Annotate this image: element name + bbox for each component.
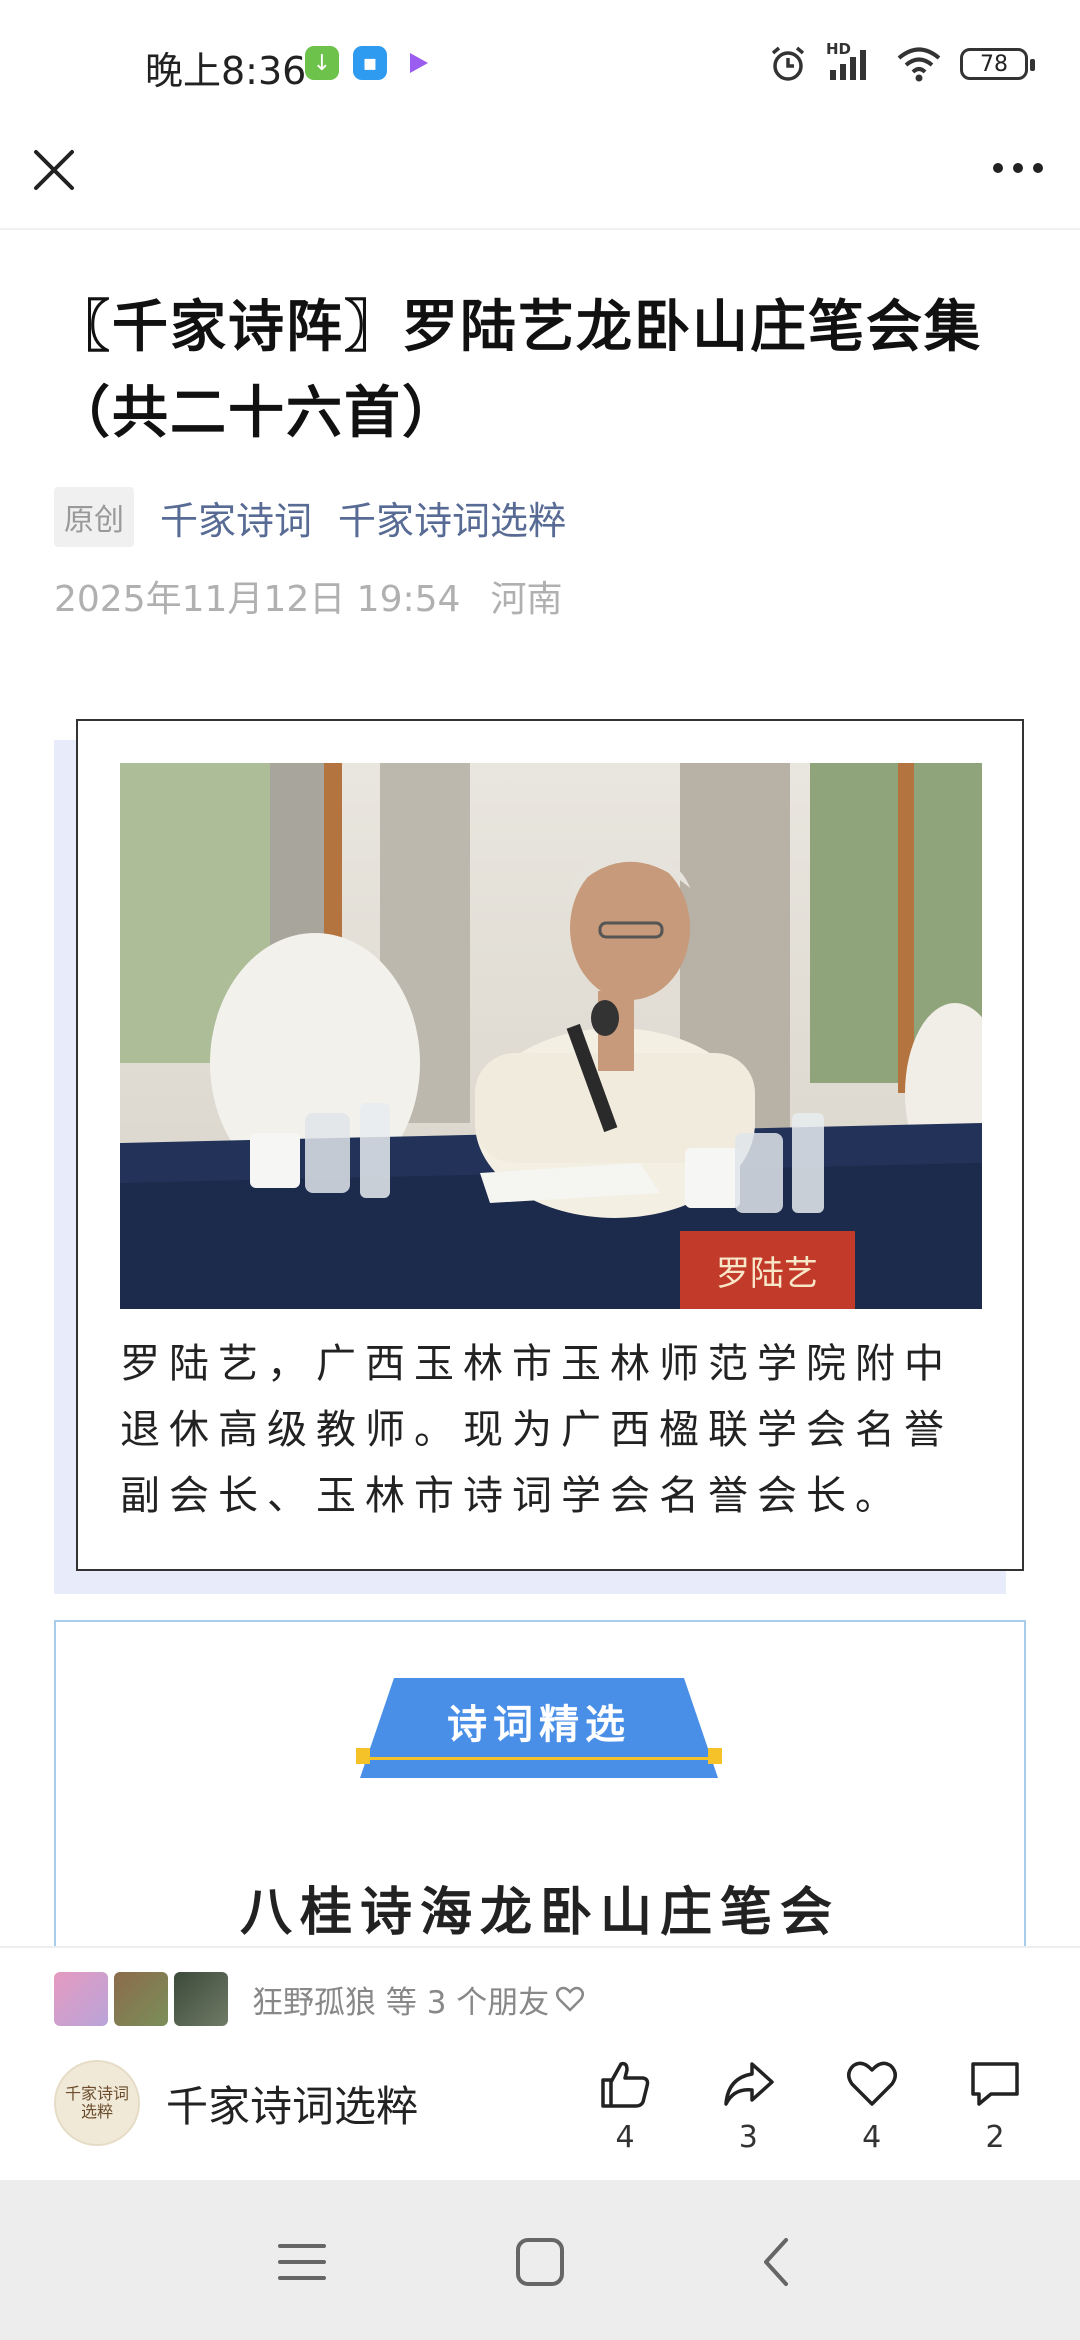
section-subtitle: 八桂诗海龙卧山庄笔会 bbox=[239, 1883, 840, 1943]
account-row[interactable]: 千家诗词选粹 千家诗词选粹 bbox=[54, 2060, 418, 2146]
like-count: 4 bbox=[615, 2120, 635, 2155]
section-banner-label: 诗词精选 bbox=[447, 1702, 631, 1748]
bottom-action-bar: 狂野孤狼 等 3 个朋友 千家诗词选粹 千家诗词选粹 4 3 4 2 bbox=[0, 1946, 1080, 2180]
share-icon bbox=[724, 2062, 775, 2106]
friends-liked-row[interactable]: 狂野孤狼 等 3 个朋友 bbox=[54, 1972, 585, 2026]
heart-icon bbox=[846, 2061, 897, 2106]
like-button[interactable]: 4 bbox=[590, 2056, 660, 2155]
chat-app-icon: ▪ bbox=[353, 46, 387, 80]
thumbs-up-icon bbox=[601, 2061, 650, 2108]
back-icon[interactable] bbox=[748, 2232, 808, 2292]
play-app-icon bbox=[401, 46, 435, 80]
author-photo[interactable]: 罗陆艺 bbox=[120, 763, 982, 1309]
friends-text: 狂野孤狼 等 3 个朋友 bbox=[252, 1984, 550, 2021]
comment-count: 2 bbox=[985, 2120, 1005, 2155]
status-app-icons: ↓ ▪ bbox=[305, 46, 435, 80]
article-meta: 原创 千家诗词 千家诗词选粹 bbox=[54, 487, 566, 547]
article-title: 〖千家诗阵〗罗陆艺龙卧山庄笔会集（共二十六首） bbox=[54, 295, 982, 446]
heart-outline-icon bbox=[556, 1986, 585, 2012]
source-link-account[interactable]: 千家诗词选粹 bbox=[338, 490, 566, 545]
original-badge: 原创 bbox=[54, 487, 134, 547]
share-button[interactable]: 3 bbox=[713, 2056, 783, 2155]
account-avatar[interactable]: 千家诗词选粹 bbox=[54, 2060, 140, 2146]
menu-icon[interactable] bbox=[272, 2232, 332, 2292]
status-time: 晚上8:36 bbox=[145, 49, 307, 93]
author-bio: 罗陆艺，广西玉林市玉林师范学院附中退休高级教师。现为广西楹联学会名誉副会长、玉林… bbox=[120, 1341, 953, 1519]
intro-card: 罗陆艺 罗陆艺，广西玉林市玉林师范学院附中退休高级教师。现为广西楹联学会名誉副会… bbox=[76, 719, 1024, 1571]
action-buttons: 4 3 4 2 bbox=[590, 2056, 1030, 2155]
download-app-icon: ↓ bbox=[305, 46, 339, 80]
friend-avatar bbox=[54, 1972, 108, 2026]
alarm-icon bbox=[771, 46, 805, 81]
network-type-label: HD bbox=[826, 40, 852, 58]
home-icon[interactable] bbox=[510, 2232, 570, 2292]
friend-avatar bbox=[174, 1972, 228, 2026]
wifi-icon bbox=[897, 47, 941, 82]
status-bar: 晚上8:36 ↓ ▪ HD 78 bbox=[0, 0, 1080, 130]
account-name[interactable]: 千家诗词选粹 bbox=[166, 2073, 418, 2134]
more-options-icon[interactable] bbox=[990, 158, 1046, 178]
battery-indicator: 78 bbox=[960, 48, 1035, 80]
share-count: 3 bbox=[738, 2120, 758, 2155]
publish-info: 2025年11月12日 19:54 河南 bbox=[54, 570, 562, 622]
status-indicators: HD 78 bbox=[768, 40, 1035, 84]
comment-icon bbox=[971, 2062, 1019, 2106]
top-nav-bar bbox=[0, 130, 1080, 230]
close-icon[interactable] bbox=[32, 148, 76, 192]
publish-date: 2025年11月12日 19:54 bbox=[54, 579, 461, 620]
favorite-count: 4 bbox=[862, 2120, 882, 2155]
publish-location: 河南 bbox=[490, 579, 563, 620]
signal-icon: HD bbox=[826, 40, 878, 84]
favorite-button[interactable]: 4 bbox=[837, 2056, 907, 2155]
system-nav-bar bbox=[0, 2180, 1080, 2340]
nameplate-text: 罗陆艺 bbox=[716, 1254, 818, 1294]
source-link-primary[interactable]: 千家诗词 bbox=[160, 490, 312, 545]
friend-avatar bbox=[114, 1972, 168, 2026]
comment-button[interactable]: 2 bbox=[960, 2056, 1030, 2155]
